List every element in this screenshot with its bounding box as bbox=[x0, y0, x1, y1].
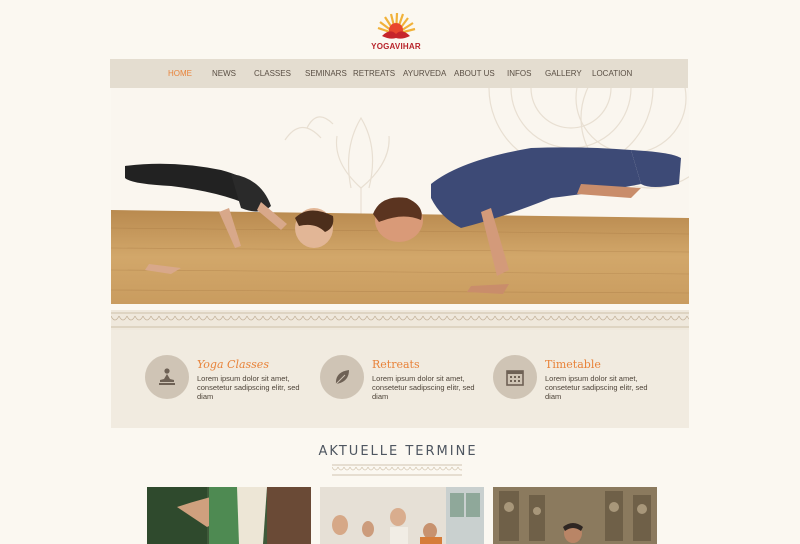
logo-text: YOGAVIHAR bbox=[371, 42, 421, 51]
feature-title: Yoga Classes bbox=[197, 358, 269, 371]
hero-banner bbox=[111, 88, 689, 304]
sun-logo-icon bbox=[377, 12, 416, 39]
ornament-border bbox=[111, 310, 689, 330]
nav-item-infos[interactable]: INFOS bbox=[507, 59, 531, 88]
feature-retreats[interactable]: Retreats Lorem ipsum dolor sit amet, cons… bbox=[320, 354, 490, 404]
event-thumbnail[interactable] bbox=[320, 487, 484, 544]
calendar-icon bbox=[493, 355, 537, 399]
meditation-icon bbox=[145, 355, 189, 399]
ornament-underline bbox=[332, 464, 462, 476]
event-thumbnail[interactable] bbox=[147, 487, 311, 544]
nav-item-gallery[interactable]: GALLERY bbox=[545, 59, 582, 88]
nav-item-seminars[interactable]: SEMINARS bbox=[305, 59, 347, 88]
feature-yoga-classes[interactable]: Yoga Classes Lorem ipsum dolor sit amet,… bbox=[145, 354, 315, 404]
feature-timetable[interactable]: Timetable Lorem ipsum dolor sit amet, con… bbox=[493, 354, 663, 404]
leaf-icon bbox=[320, 355, 364, 399]
features-section: Yoga Classes Lorem ipsum dolor sit amet,… bbox=[111, 330, 689, 428]
nav-item-retreats[interactable]: RETREATS bbox=[353, 59, 395, 88]
yogavihar-logo[interactable]: YOGAVIHAR bbox=[370, 8, 422, 56]
nav-item-location[interactable]: LOCATION bbox=[592, 59, 632, 88]
section-title: AKTUELLE TERMINE bbox=[318, 444, 478, 459]
feature-title: Retreats bbox=[372, 358, 420, 371]
feature-text: Lorem ipsum dolor sit amet, consetetur sa… bbox=[197, 374, 300, 401]
nav-item-ayurveda[interactable]: AYURVEDA bbox=[403, 59, 446, 88]
feature-title: Timetable bbox=[545, 358, 601, 371]
hero-yoga-image bbox=[111, 88, 689, 304]
feature-text: Lorem ipsum dolor sit amet, consetetur sa… bbox=[372, 374, 475, 401]
nav-item-news[interactable]: NEWS bbox=[212, 59, 236, 88]
nav-item-about-us[interactable]: ABOUT US bbox=[454, 59, 495, 88]
nav-item-home[interactable]: HOME bbox=[168, 59, 192, 88]
feature-text: Lorem ipsum dolor sit amet, consetetur sa… bbox=[545, 374, 648, 401]
main-navigation: HOME NEWS CLASSES SEMINARS RETREATS AYUR… bbox=[110, 59, 688, 88]
nav-item-classes[interactable]: CLASSES bbox=[254, 59, 291, 88]
event-thumbnail[interactable] bbox=[493, 487, 657, 544]
